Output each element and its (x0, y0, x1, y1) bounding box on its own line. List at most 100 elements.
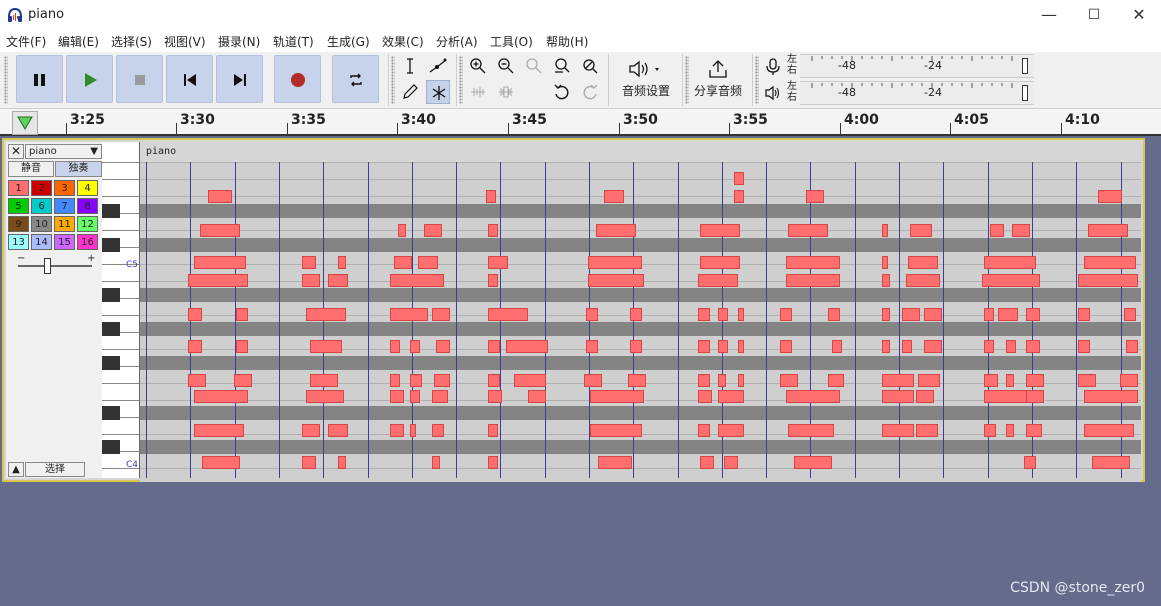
midi-note[interactable] (310, 340, 342, 353)
selection-tool[interactable] (398, 54, 422, 78)
midi-note[interactable] (488, 224, 498, 237)
midi-note[interactable] (194, 424, 244, 437)
midi-note[interactable] (488, 274, 498, 287)
midi-note[interactable] (786, 256, 840, 269)
midi-note[interactable] (488, 308, 528, 321)
midi-note[interactable] (328, 424, 348, 437)
channel-5-toggle[interactable]: 5 (8, 198, 29, 214)
midi-note[interactable] (902, 308, 920, 321)
black-key[interactable] (102, 440, 120, 454)
toolbar-grip[interactable] (4, 56, 8, 104)
undo-button[interactable] (550, 80, 574, 104)
midi-note[interactable] (434, 374, 450, 387)
midi-note[interactable] (630, 340, 642, 353)
midi-note[interactable] (1126, 340, 1138, 353)
redo-button[interactable] (578, 80, 602, 104)
midi-note[interactable] (236, 308, 248, 321)
zoom-in-button[interactable] (466, 54, 490, 78)
midi-note[interactable] (588, 274, 644, 287)
menu-record[interactable]: 摄录(N) (218, 33, 260, 50)
midi-note[interactable] (882, 374, 914, 387)
midi-note[interactable] (488, 390, 502, 403)
midi-note[interactable] (418, 256, 438, 269)
channel-7-toggle[interactable]: 7 (54, 198, 75, 214)
midi-note[interactable] (918, 374, 940, 387)
midi-note[interactable] (410, 374, 422, 387)
midi-note[interactable] (236, 340, 248, 353)
midi-note[interactable] (998, 308, 1018, 321)
midi-note[interactable] (806, 190, 824, 203)
midi-note[interactable] (832, 340, 842, 353)
midi-note[interactable] (698, 340, 710, 353)
midi-note[interactable] (908, 256, 938, 269)
midi-note[interactable] (794, 456, 832, 469)
channel-6-toggle[interactable]: 6 (31, 198, 52, 214)
zoom-out-button[interactable] (494, 54, 518, 78)
midi-note[interactable] (390, 374, 400, 387)
midi-note[interactable] (882, 274, 890, 287)
midi-note[interactable] (984, 424, 996, 437)
note-track[interactable]: ✕ piano ▼ 静音 独奏 1 2 3 4 5 6 7 8 9 10 11 12 13 14 15 16 … (2, 138, 1145, 485)
midi-note[interactable] (698, 424, 710, 437)
close-track-button[interactable]: ✕ (8, 144, 24, 159)
midi-note[interactable] (788, 224, 828, 237)
midi-note[interactable] (882, 390, 914, 403)
menu-analyze[interactable]: 分析(A) (436, 33, 478, 50)
midi-note[interactable] (628, 374, 646, 387)
midi-note[interactable] (718, 340, 728, 353)
midi-note[interactable] (882, 224, 888, 237)
midi-note[interactable] (1078, 308, 1090, 321)
playback-meter-slider[interactable] (1022, 85, 1028, 101)
midi-note[interactable] (882, 424, 914, 437)
midi-note[interactable] (488, 340, 500, 353)
midi-note[interactable] (1006, 424, 1014, 437)
midi-note[interactable] (990, 224, 1004, 237)
midi-note[interactable] (188, 274, 248, 287)
black-key[interactable] (102, 204, 120, 218)
skip-to-end-button[interactable] (216, 55, 263, 103)
midi-note[interactable] (734, 190, 744, 203)
menu-effect[interactable]: 效果(C) (382, 33, 424, 50)
midi-note[interactable] (698, 374, 710, 387)
microphone-icon[interactable] (764, 57, 782, 77)
midi-note[interactable] (310, 374, 338, 387)
channel-3-toggle[interactable]: 3 (54, 180, 75, 196)
midi-note[interactable] (188, 374, 206, 387)
midi-note[interactable] (1026, 390, 1044, 403)
midi-note[interactable] (202, 456, 240, 469)
share-audio-button[interactable]: 分享音频 (690, 54, 746, 104)
midi-note[interactable] (724, 456, 738, 469)
midi-note[interactable] (700, 456, 714, 469)
menu-file[interactable]: 文件(F) (6, 33, 46, 50)
midi-note[interactable] (984, 390, 1032, 403)
channel-15-toggle[interactable]: 15 (54, 234, 75, 250)
channel-11-toggle[interactable]: 11 (54, 216, 75, 232)
maximize-button[interactable]: ☐ (1071, 0, 1117, 30)
midi-note[interactable] (902, 340, 912, 353)
midi-note[interactable] (390, 274, 444, 287)
midi-note[interactable] (828, 374, 844, 387)
zoom-toggle-button[interactable] (578, 54, 602, 78)
midi-note[interactable] (718, 424, 744, 437)
menu-select[interactable]: 选择(S) (111, 33, 152, 50)
menu-tracks[interactable]: 轨道(T) (273, 33, 314, 50)
midi-note[interactable] (590, 424, 642, 437)
midi-note[interactable] (488, 374, 500, 387)
midi-note[interactable] (486, 190, 496, 203)
midi-note[interactable] (982, 274, 1040, 287)
envelope-tool[interactable] (426, 54, 450, 78)
timeline-options-button[interactable] (12, 111, 38, 135)
midi-note[interactable] (734, 172, 744, 185)
midi-note[interactable] (700, 256, 740, 269)
midi-note[interactable] (194, 256, 246, 269)
multi-tool[interactable] (426, 80, 450, 104)
midi-note[interactable] (780, 340, 792, 353)
toolbar-grip[interactable] (755, 56, 759, 104)
midi-note[interactable] (1026, 340, 1040, 353)
channel-4-toggle[interactable]: 4 (77, 180, 98, 196)
select-track-button[interactable]: 选择 (25, 462, 85, 477)
midi-note[interactable] (984, 256, 1036, 269)
midi-note[interactable] (1088, 224, 1128, 237)
midi-note[interactable] (780, 308, 792, 321)
channel-12-toggle[interactable]: 12 (77, 216, 98, 232)
